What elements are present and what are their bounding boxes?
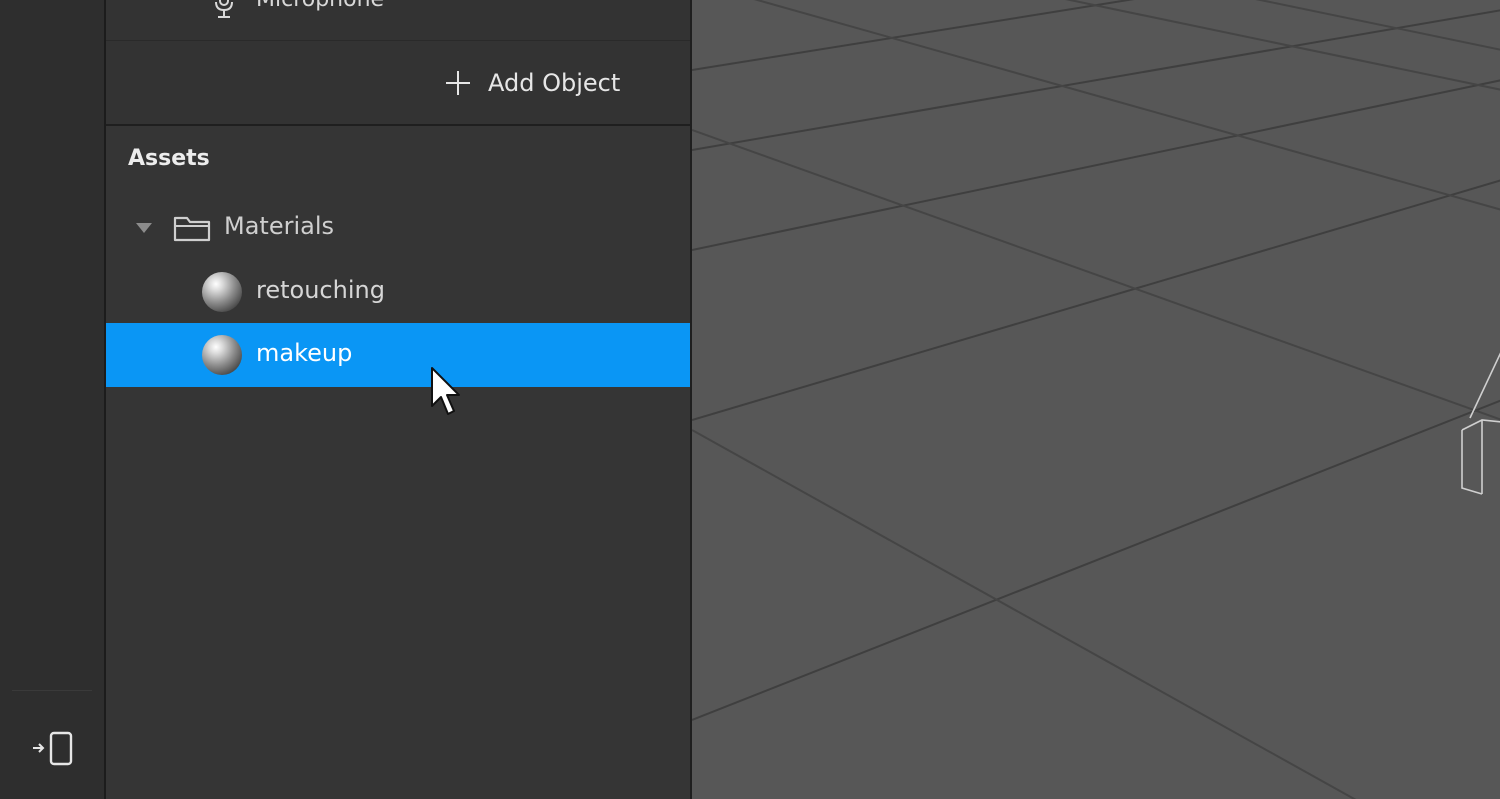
app-window: Microphone Add Object Assets Materials r… [0,0,1500,799]
add-object-button[interactable]: Add Object [446,62,620,104]
asset-folder-materials[interactable]: Materials [106,196,690,260]
viewport-grid [692,0,1500,799]
scene-item-microphone-label[interactable]: Microphone [256,0,384,12]
material-sphere-icon [202,272,242,312]
side-panel: Microphone Add Object Assets Materials r… [106,0,690,799]
device-preview-button[interactable] [24,726,80,770]
camera-gizmo-icon [1461,352,1500,495]
add-object-label: Add Object [488,69,621,97]
scene-section: Microphone Add Object [106,0,690,126]
scene-separator [106,40,690,41]
caret-down-icon[interactable] [136,223,152,233]
toolbar-divider [12,690,92,691]
asset-item-label: retouching [256,276,385,304]
left-toolbar [0,0,106,799]
folder-label: Materials [224,212,335,240]
device-preview-icon [33,731,73,766]
asset-item-makeup[interactable]: makeup [106,323,690,387]
material-sphere-icon [202,335,242,375]
asset-item-retouching[interactable]: retouching [106,260,690,324]
scene-viewport[interactable] [690,0,1500,799]
microphone-icon [215,0,233,18]
folder-icon [173,216,211,242]
asset-item-label: makeup [256,339,353,367]
assets-title: Assets [128,146,210,171]
plus-icon [446,71,470,95]
